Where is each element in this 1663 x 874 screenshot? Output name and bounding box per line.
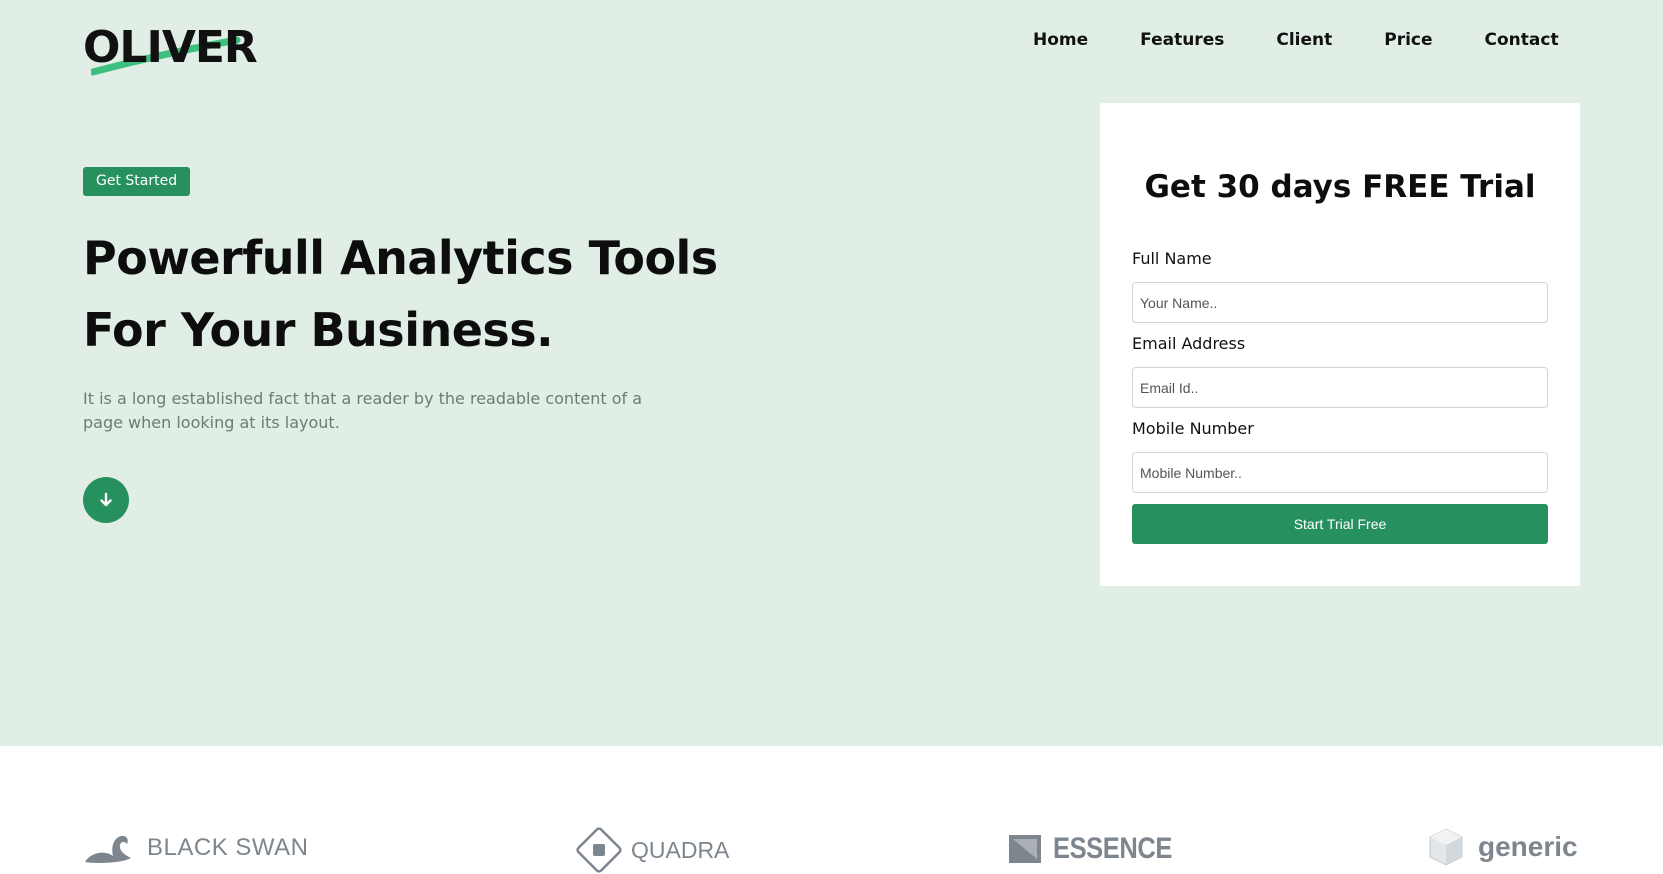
trial-form-title: Get 30 days FREE Trial bbox=[1144, 169, 1536, 205]
hero-headline-line1: Powerfull Analytics Tools bbox=[83, 231, 718, 285]
trial-form-card: Get 30 days FREE Trial Full Name Email A… bbox=[1100, 103, 1580, 586]
get-started-button[interactable]: Get Started bbox=[83, 167, 191, 196]
hero-section: OLIVER Home Features Client Price Contac… bbox=[0, 0, 1663, 746]
mobile-number-input[interactable] bbox=[1132, 452, 1548, 493]
hero-headline-line2: For Your Business. bbox=[83, 303, 554, 357]
cube-icon bbox=[1429, 828, 1463, 866]
brand-label-generic: generic bbox=[1478, 831, 1578, 862]
brand-essence: ESSENCE bbox=[1009, 832, 1193, 866]
nav-item-home[interactable]: Home bbox=[1033, 28, 1088, 52]
brand-quadra: QUADRA bbox=[575, 826, 729, 874]
brand-generic: generic bbox=[1428, 827, 1578, 867]
logo[interactable]: OLIVER bbox=[83, 20, 258, 76]
main-nav: Home Features Client Price Contact bbox=[1033, 28, 1559, 52]
email-address-label: Email Address bbox=[1132, 334, 1246, 353]
nav-item-contact[interactable]: Contact bbox=[1485, 28, 1559, 52]
arrow-down-icon bbox=[100, 492, 112, 507]
brand-label-essence: ESSENCE bbox=[1053, 832, 1172, 865]
hero-description: It is a long established fact that a rea… bbox=[83, 389, 642, 432]
mobile-number-label: Mobile Number bbox=[1132, 419, 1254, 438]
brand-label-quadra: QUADRA bbox=[631, 836, 730, 863]
logo-text: OLIVER bbox=[83, 22, 258, 73]
full-name-input[interactable] bbox=[1132, 282, 1548, 323]
hero-headline: Powerfull Analytics Tools For Your Busin… bbox=[83, 222, 743, 366]
email-input[interactable] bbox=[1132, 367, 1548, 408]
scroll-down-button[interactable] bbox=[83, 477, 129, 523]
nav-item-price[interactable]: Price bbox=[1384, 28, 1432, 52]
diamond-square-icon bbox=[576, 827, 622, 873]
start-trial-button[interactable]: Start Trial Free bbox=[1132, 504, 1548, 544]
nav-item-client[interactable]: Client bbox=[1276, 28, 1332, 52]
brand-black-swan: BLACK SWAN bbox=[83, 832, 308, 864]
swan-icon bbox=[85, 835, 131, 863]
flag-icon bbox=[1009, 835, 1041, 863]
brand-label-black-swan: BLACK SWAN bbox=[147, 834, 309, 861]
nav-item-features[interactable]: Features bbox=[1140, 28, 1224, 52]
full-name-label: Full Name bbox=[1132, 249, 1212, 268]
